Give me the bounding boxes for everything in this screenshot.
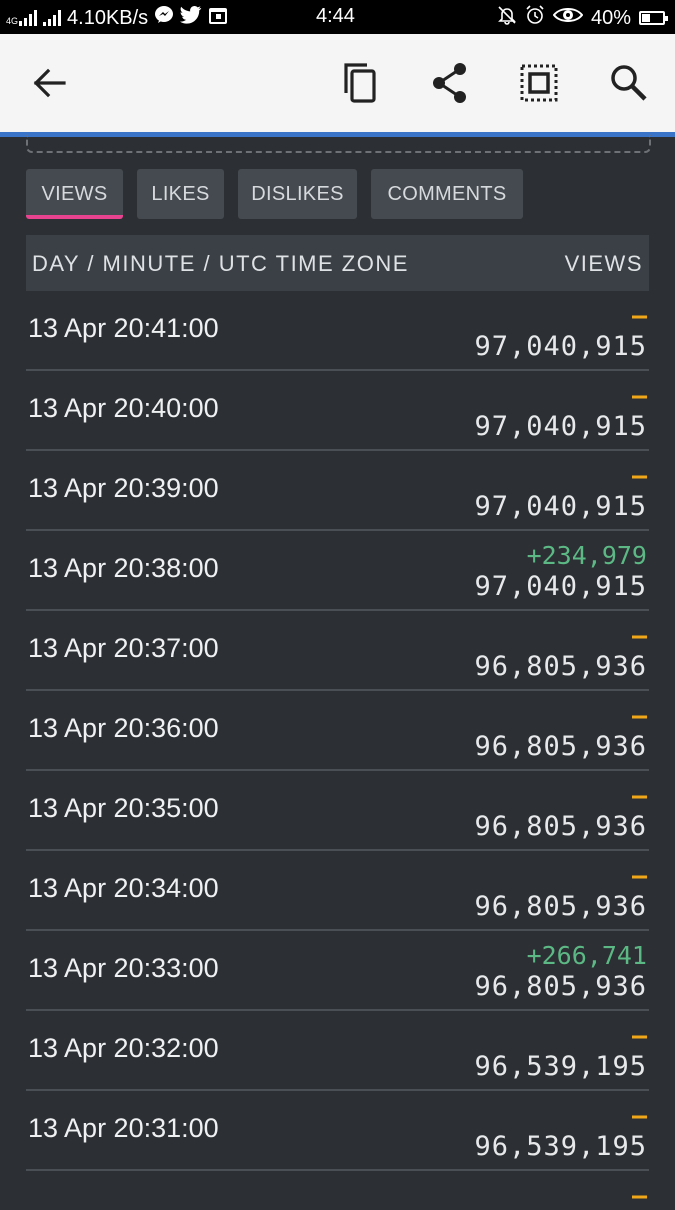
row-views-delta: – — [631, 301, 647, 330]
row-views-delta: – — [631, 1101, 647, 1130]
row-views-delta: – — [631, 1021, 647, 1050]
search-icon[interactable] — [604, 58, 654, 108]
row-timestamp: 13 Apr 20:33:00 — [28, 953, 219, 983]
network-speed: 4.10KB/s — [67, 6, 149, 29]
row-views-delta: – — [631, 701, 647, 730]
row-timestamp: 13 Apr 20:36:00 — [28, 713, 219, 743]
row-views-total: 97,040,915 — [474, 491, 647, 522]
row-views-total: 97,040,915 — [474, 571, 647, 602]
row-timestamp: 13 Apr 20:35:00 — [28, 793, 219, 823]
table-row: 13 Apr 20:39:00 –97,040,915 — [26, 451, 649, 531]
row-views-total: 96,805,936 — [474, 891, 647, 922]
table-row-partial: – — [26, 1171, 649, 1210]
clock: 4:44 — [316, 5, 355, 27]
row-timestamp: 13 Apr 20:31:00 — [28, 1113, 219, 1143]
column-header-views: VIEWS — [564, 251, 643, 276]
table-row: 13 Apr 20:31:00 –96,539,195 — [26, 1091, 649, 1171]
calendar-icon — [208, 5, 228, 31]
battery-icon — [639, 11, 668, 25]
tab-dislikes[interactable]: DISLIKES — [238, 169, 357, 219]
messenger-icon — [154, 5, 174, 31]
views-table-body: 13 Apr 20:41:00–97,040,915 13 Apr 20:40:0… — [26, 291, 649, 1210]
column-header-time: DAY / MINUTE / UTC TIME ZONE — [32, 251, 409, 276]
row-timestamp: 13 Apr 20:39:00 — [28, 473, 219, 503]
eye-icon — [552, 6, 584, 30]
row-timestamp: 13 Apr 20:38:00 — [28, 553, 219, 583]
table-row: 13 Apr 20:36:00 –96,805,936 — [26, 691, 649, 771]
dashed-container-edge — [26, 135, 651, 153]
table-row: 13 Apr 20:37:00 –96,805,936 — [26, 611, 649, 691]
row-timestamp: 13 Apr 20:40:00 — [28, 393, 219, 423]
status-bar: 4G 4.10KB/s 4:44 40% — [0, 0, 675, 34]
table-row: 13 Apr 20:33:00 +266,741 96,805,936 — [26, 931, 649, 1011]
row-views-delta: +234,979 — [526, 541, 647, 570]
row-views-delta: – — [631, 1181, 647, 1210]
row-views-delta: – — [631, 621, 647, 650]
table-row: 13 Apr 20:32:00 –96,539,195 — [26, 1011, 649, 1091]
select-all-icon[interactable] — [514, 58, 564, 108]
tab-views[interactable]: VIEWS — [26, 169, 123, 219]
row-views-total: 96,805,936 — [474, 651, 647, 682]
alarm-icon — [525, 5, 545, 31]
table-row: 13 Apr 20:34:00 –96,805,936 — [26, 851, 649, 931]
back-arrow-icon[interactable] — [24, 58, 74, 108]
row-views-delta: – — [631, 781, 647, 810]
row-views-delta: – — [631, 461, 647, 490]
tab-likes[interactable]: LIKES — [137, 169, 224, 219]
row-timestamp: 13 Apr 20:32:00 — [28, 1033, 219, 1063]
row-views-total: 97,040,915 — [474, 411, 647, 442]
row-timestamp: 13 Apr 20:37:00 — [28, 633, 219, 663]
row-views-total: 97,040,915 — [474, 331, 647, 362]
battery-percent: 40% — [590, 6, 631, 29]
row-timestamp: 13 Apr 20:34:00 — [28, 873, 219, 903]
row-views-delta: – — [631, 861, 647, 890]
signal-icon — [43, 10, 62, 26]
copy-icon[interactable] — [334, 58, 384, 108]
row-views-total: 96,805,936 — [474, 971, 647, 1002]
row-timestamp: 13 Apr 20:41:00 — [28, 313, 219, 343]
share-icon[interactable] — [425, 58, 475, 108]
table-row: 13 Apr 20:35:00 –96,805,936 — [26, 771, 649, 851]
table-row: 13 Apr 20:38:00 +234,979 97,040,915 — [26, 531, 649, 611]
twitter-icon — [180, 6, 202, 30]
table-row: 13 Apr 20:41:00 –97,040,915 — [26, 291, 649, 371]
row-views-delta: +266,741 — [526, 941, 647, 970]
row-views-delta: – — [631, 381, 647, 410]
table-header: DAY / MINUTE / UTC TIME ZONE VIEWS — [26, 235, 649, 291]
table-row: 13 Apr 20:40:00 –97,040,915 — [26, 371, 649, 451]
row-views-total: 96,805,936 — [474, 731, 647, 762]
row-views-total: 96,805,936 — [474, 811, 647, 842]
row-views-total: 96,539,195 — [474, 1051, 647, 1082]
app-bar — [0, 34, 675, 137]
row-views-total: 96,539,195 — [474, 1131, 647, 1162]
bell-off-icon — [497, 5, 517, 31]
4g-signal-icon: 4G — [6, 10, 38, 26]
tab-comments[interactable]: COMMENTS — [371, 169, 523, 219]
metric-tabs: VIEWS LIKES DISLIKES COMMENTS — [26, 169, 523, 219]
